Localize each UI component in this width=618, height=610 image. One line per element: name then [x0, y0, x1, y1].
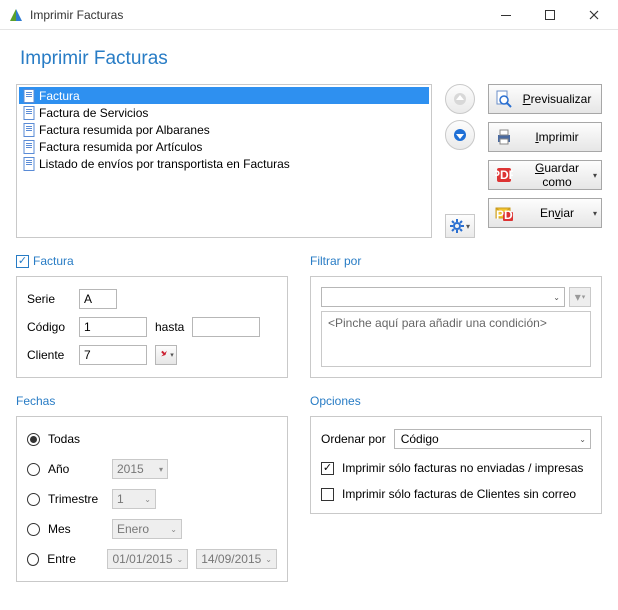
- chk-no-enviadas-label: Imprimir sólo facturas no enviadas / imp…: [342, 461, 583, 475]
- radio-mes-label: Mes: [48, 522, 104, 536]
- chk-sin-correo-label: Imprimir sólo facturas de Clientes sin c…: [342, 487, 576, 501]
- trimestre-select[interactable]: 1⌄: [112, 489, 156, 509]
- settings-button[interactable]: ▾: [445, 214, 475, 238]
- radio-entre[interactable]: [27, 553, 39, 566]
- mes-select[interactable]: Enero⌄: [112, 519, 182, 539]
- save-as-label: Guardar como: [519, 161, 595, 189]
- codigo-to-input[interactable]: [192, 317, 260, 337]
- cliente-input[interactable]: [79, 345, 147, 365]
- fechas-section-title: Fechas: [16, 394, 288, 408]
- cliente-lookup-button[interactable]: ▾: [155, 345, 177, 365]
- dropdown-icon: ▾: [593, 209, 597, 218]
- preview-button[interactable]: Previsualizar: [488, 84, 602, 114]
- window-title: Imprimir Facturas: [30, 8, 484, 22]
- magnifier-icon: [495, 90, 513, 108]
- radio-todas[interactable]: [27, 433, 40, 446]
- list-item-label: Factura resumida por Artículos: [39, 140, 202, 154]
- document-icon: [23, 157, 35, 171]
- radio-trimestre[interactable]: [27, 493, 40, 506]
- filter-box: ⌄ ▾▾ <Pinche aquí para añadir una condic…: [310, 276, 602, 378]
- filter-section-title: Filtrar por: [310, 254, 602, 268]
- list-item-label: Factura de Servicios: [39, 106, 148, 120]
- send-label: Enviar: [519, 206, 595, 220]
- filter-condition-area[interactable]: <Pinche aquí para añadir una condición>: [321, 311, 591, 367]
- titlebar: Imprimir Facturas: [0, 0, 618, 30]
- list-item[interactable]: Factura resumida por Albaranes: [19, 121, 429, 138]
- factura-box: Serie Código hasta Cliente ▾: [16, 276, 288, 378]
- filter-combo[interactable]: ⌄: [321, 287, 565, 307]
- radio-todas-label: Todas: [48, 432, 80, 446]
- maximize-button[interactable]: [528, 0, 572, 30]
- page-title: Imprimir Facturas: [0, 30, 618, 84]
- move-down-button[interactable]: [445, 120, 475, 150]
- svg-text:PDF: PDF: [496, 208, 513, 222]
- entre-from-date[interactable]: 01/01/2015⌄: [107, 549, 188, 569]
- factura-section-title[interactable]: Factura: [16, 254, 288, 268]
- app-icon: [8, 7, 24, 23]
- chk-sin-correo[interactable]: [321, 488, 334, 501]
- opciones-section-title: Opciones: [310, 394, 602, 408]
- ordenar-label: Ordenar por: [321, 432, 386, 446]
- document-icon: [23, 140, 35, 154]
- document-icon: [23, 89, 35, 103]
- hasta-label: hasta: [155, 320, 184, 334]
- list-item-label: Factura: [39, 89, 80, 103]
- move-up-button[interactable]: [445, 84, 475, 114]
- printer-icon: [495, 128, 513, 146]
- factura-checkbox[interactable]: [16, 255, 29, 268]
- close-button[interactable]: [572, 0, 616, 30]
- chevron-down-icon: ⌄: [579, 435, 586, 444]
- fechas-box: Todas Año 2015▾ Trimestre 1⌄ Mes Enero⌄: [16, 416, 288, 582]
- serie-label: Serie: [27, 292, 71, 306]
- entre-to-date[interactable]: 14/09/2015⌄: [196, 549, 277, 569]
- list-item-label: Listado de envíos por transportista en F…: [39, 157, 290, 171]
- codigo-from-input[interactable]: [79, 317, 147, 337]
- pdf-icon: PDF: [495, 166, 513, 184]
- radio-trimestre-label: Trimestre: [48, 492, 104, 506]
- pdf-mail-icon: PDF: [495, 204, 513, 222]
- chk-no-enviadas[interactable]: [321, 462, 334, 475]
- minimize-button[interactable]: [484, 0, 528, 30]
- list-item[interactable]: Listado de envíos por transportista en F…: [19, 155, 429, 172]
- list-item[interactable]: Factura resumida por Artículos: [19, 138, 429, 155]
- opciones-box: Ordenar por Código ⌄ Imprimir sólo factu…: [310, 416, 602, 514]
- svg-text:PDF: PDF: [495, 168, 513, 182]
- list-item[interactable]: Factura: [19, 87, 429, 104]
- radio-mes[interactable]: [27, 523, 40, 536]
- list-item[interactable]: Factura de Servicios: [19, 104, 429, 121]
- list-item-label: Factura resumida por Albaranes: [39, 123, 210, 137]
- ordenar-select[interactable]: Código ⌄: [394, 429, 591, 449]
- dropdown-icon: ▾: [593, 171, 597, 180]
- codigo-label: Código: [27, 320, 71, 334]
- send-button[interactable]: PDF Enviar ▾: [488, 198, 602, 228]
- preview-label: Previsualizar: [519, 92, 595, 106]
- report-list[interactable]: Factura Factura de Servicios Factura res…: [16, 84, 432, 238]
- cliente-label: Cliente: [27, 348, 71, 362]
- radio-ano[interactable]: [27, 463, 40, 476]
- radio-entre-label: Entre: [47, 552, 99, 566]
- print-button[interactable]: Imprimir: [488, 122, 602, 152]
- document-icon: [23, 106, 35, 120]
- serie-input[interactable]: [79, 289, 117, 309]
- filter-funnel-button[interactable]: ▾▾: [569, 287, 591, 307]
- ano-select[interactable]: 2015▾: [112, 459, 168, 479]
- document-icon: [23, 123, 35, 137]
- save-as-button[interactable]: PDF Guardar como ▾: [488, 160, 602, 190]
- print-label: Imprimir: [519, 130, 595, 144]
- radio-ano-label: Año: [48, 462, 104, 476]
